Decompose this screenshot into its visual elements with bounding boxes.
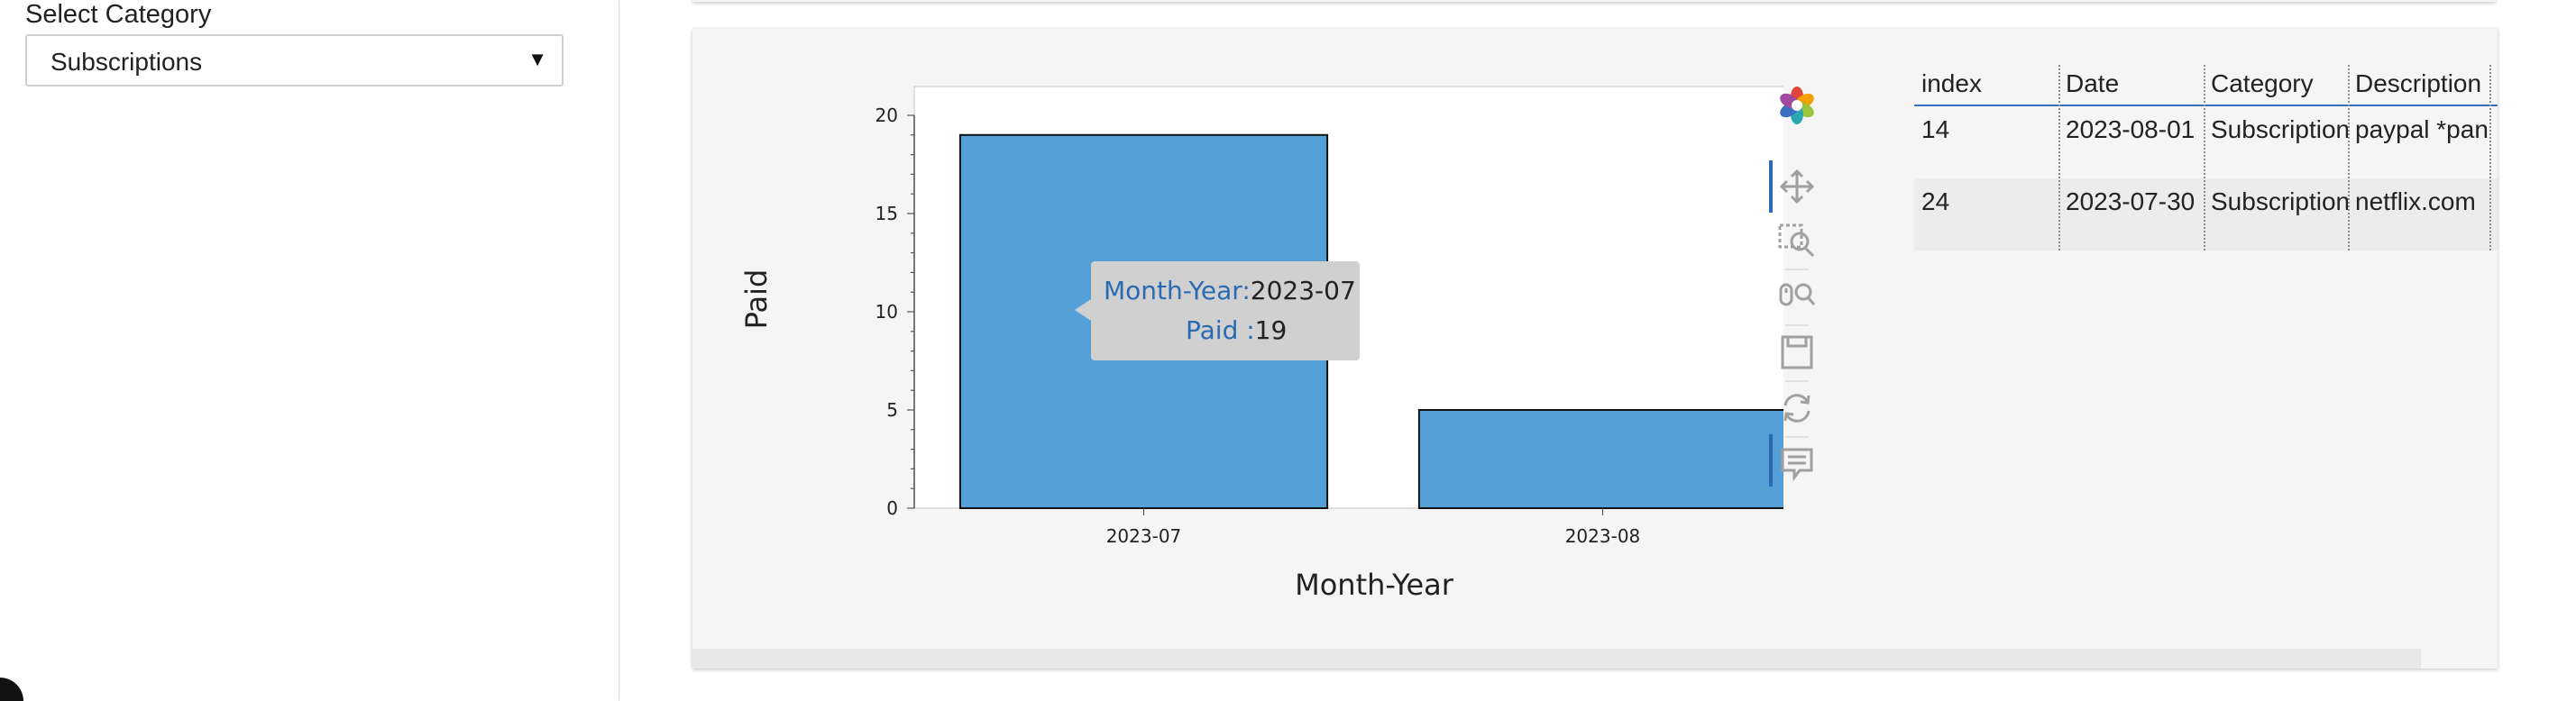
y-axis-title: Paid [739, 269, 774, 330]
category-select-value: Subscriptions [50, 48, 203, 76]
column-divider[interactable] [2058, 65, 2060, 250]
window-corner [0, 678, 23, 701]
column-header-index[interactable]: index [1914, 65, 2058, 103]
hover-tooltip: Month-Year:2023-07 Paid :19 [1075, 261, 1360, 360]
sidebar: Select Category Subscriptions ▼ [0, 0, 619, 701]
save-icon[interactable] [1774, 330, 1820, 375]
table-cell[interactable]: 2023-08-01 [2058, 106, 2204, 178]
x-tick-label: 2023-08 [1565, 525, 1641, 547]
column-divider[interactable] [2489, 65, 2491, 250]
y-tick-label: 20 [875, 105, 898, 126]
y-tick-label: 0 [886, 497, 898, 519]
wheel-zoom-icon[interactable] [1774, 274, 1820, 319]
column-divider[interactable] [2204, 65, 2205, 250]
x-tick-label: 2023-07 [1106, 525, 1182, 547]
y-tick-label: 15 [875, 203, 898, 224]
chart-toolbar [1769, 83, 1820, 506]
horizontal-scrollbar[interactable] [692, 649, 2421, 669]
tooltip-value-paid: 19 [1254, 315, 1288, 345]
bar-2023-08[interactable] [1417, 409, 1783, 509]
column-divider[interactable] [2348, 65, 2350, 250]
table-row[interactable]: 142023-08-01Subscriptionspaypal *pandora [1914, 106, 2498, 178]
x-axis-title: Month-Year [1295, 568, 1454, 602]
y-tick-label: 10 [875, 301, 898, 323]
tooltip-arrow [1075, 299, 1091, 321]
tooltip-key-month-year: Month-Year: [1104, 276, 1251, 305]
tooltip-key-paid: Paid : [1186, 315, 1255, 345]
tooltip-value-month-year: 2023-07 [1250, 276, 1356, 305]
select-category-label: Select Category [25, 0, 212, 29]
table-cell[interactable]: 14 [1914, 106, 2058, 178]
active-tool-indicator [1769, 160, 1773, 213]
column-header-category[interactable]: Category [2204, 65, 2348, 103]
table-cell[interactable]: 24 [1914, 178, 2058, 250]
toolbar-divider [1785, 269, 1809, 270]
table-cell[interactable]: Subscriptions [2204, 106, 2348, 178]
toolbar-divider [1785, 380, 1809, 382]
table-row[interactable]: 24 2023-07-30 Subscriptions netflix.com [1914, 178, 2498, 250]
table-cell[interactable]: netflix.com [2348, 178, 2489, 250]
reset-icon[interactable] [1774, 386, 1820, 431]
hover-icon[interactable] [1774, 442, 1820, 487]
previous-card [692, 0, 2496, 2]
table-cell[interactable]: 2023-07-30 [2058, 178, 2204, 250]
column-header-date[interactable]: Date [2058, 65, 2204, 103]
bokeh-logo-icon[interactable] [1774, 83, 1820, 128]
category-select[interactable]: Subscriptions ▼ [25, 34, 564, 86]
column-header-description[interactable]: Description [2348, 65, 2489, 103]
y-tick-label: 5 [886, 399, 898, 421]
y-axis: 0 5 10 15 20 [875, 105, 915, 519]
pan-icon[interactable] [1774, 164, 1820, 209]
table-cell[interactable]: paypal *pandora [2348, 106, 2489, 178]
main-area: 0 5 10 15 20 2023-07 2023-08 Paid Month-Year … [620, 0, 2576, 701]
active-tool-indicator [1769, 434, 1773, 487]
box-zoom-icon[interactable] [1774, 218, 1820, 263]
toolbar-divider [1785, 436, 1809, 438]
dropdown-arrow-icon[interactable]: ▼ [527, 48, 547, 71]
chart-card: 0 5 10 15 20 2023-07 2023-08 Paid Month-Year … [692, 29, 2498, 669]
table-cell[interactable]: Subscriptions [2204, 178, 2348, 250]
x-axis: 2023-07 2023-08 [1106, 508, 1641, 547]
toolbar-divider [1785, 324, 1809, 326]
